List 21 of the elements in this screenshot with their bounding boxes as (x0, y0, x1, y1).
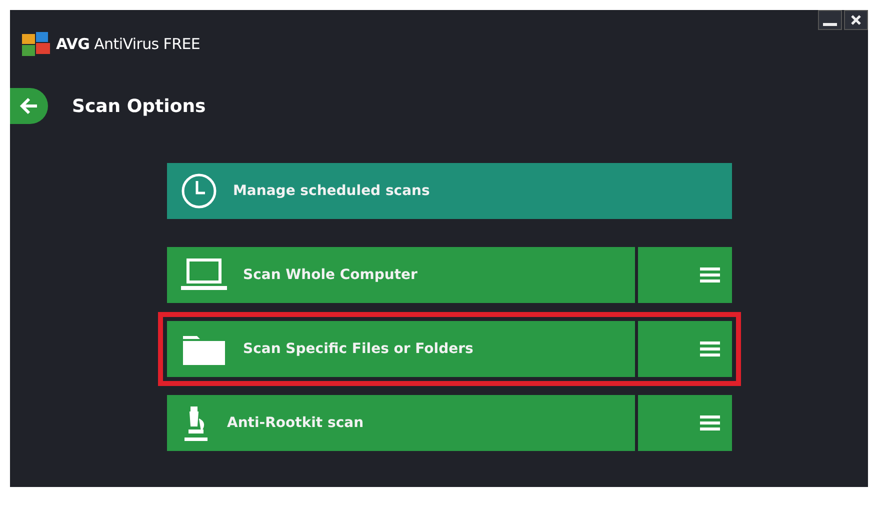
menu-icon (700, 341, 720, 357)
minimize-icon (823, 22, 837, 26)
minimize-button[interactable] (818, 10, 842, 30)
scan-option-button[interactable]: Scan Specific Files or Folders (167, 321, 635, 377)
menu-icon (700, 415, 720, 431)
scan-option-button[interactable]: Scan Whole Computer (167, 247, 635, 303)
close-button[interactable] (844, 10, 868, 30)
options-menu-button[interactable] (638, 247, 732, 303)
clock-icon (181, 173, 217, 209)
app-title: AVG AntiVirus FREE (56, 35, 200, 53)
back-arrow-icon (19, 97, 39, 115)
options-menu-button[interactable] (638, 395, 732, 451)
laptop-icon (181, 258, 227, 292)
menu-icon (700, 267, 720, 283)
options-menu-button[interactable] (638, 321, 732, 377)
logo-icon (22, 32, 50, 56)
back-button[interactable] (10, 88, 48, 124)
close-icon (850, 14, 862, 26)
scan-option-button[interactable]: Anti-Rootkit scan (167, 395, 635, 451)
page-title: Scan Options (72, 96, 206, 116)
scan-option-button[interactable]: Manage scheduled scans (167, 163, 732, 219)
